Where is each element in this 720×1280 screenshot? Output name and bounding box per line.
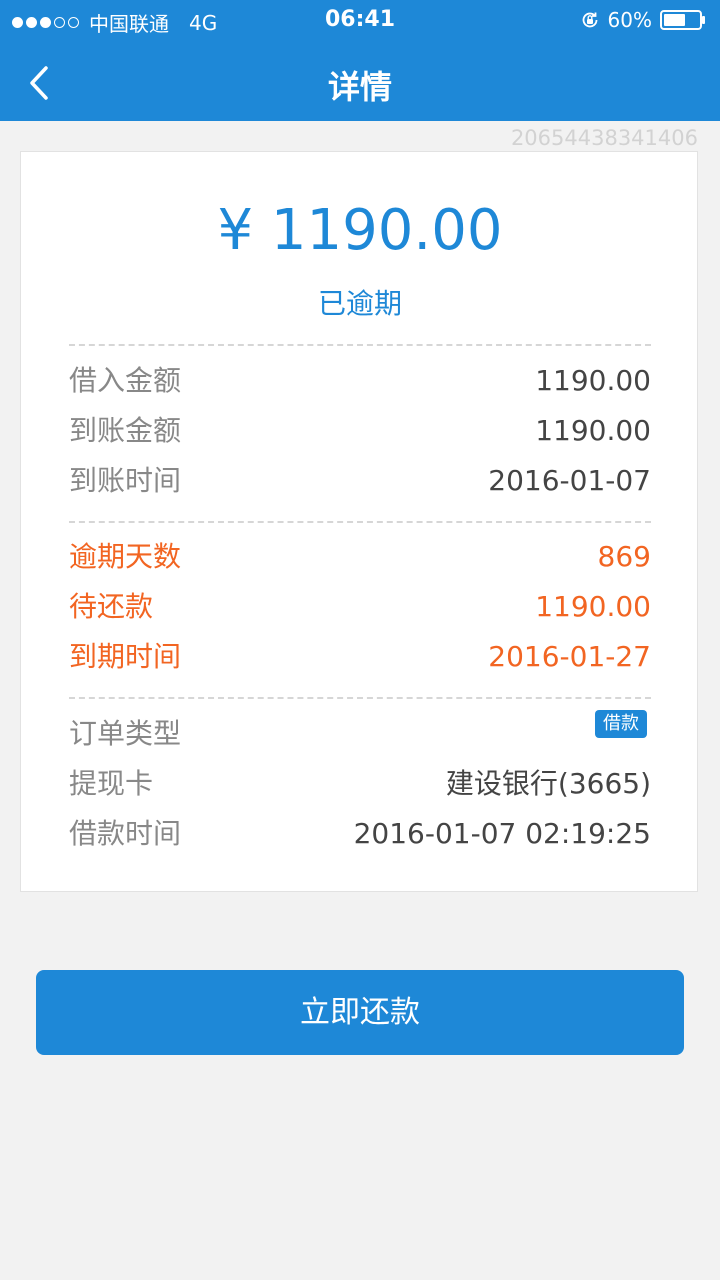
row-label: 借入金额 bbox=[69, 364, 182, 397]
page-title: 详情 bbox=[327, 68, 392, 106]
row-label: 提现卡 bbox=[69, 767, 154, 800]
row-amount-due: 待还款 1190.00 bbox=[69, 587, 651, 627]
row-value: 2016-01-07 02:19:25 bbox=[353, 817, 651, 850]
row-label: 订单类型 bbox=[69, 717, 182, 750]
repay-now-button[interactable]: 立即还款 bbox=[36, 970, 684, 1055]
row-withdraw-card: 提现卡 建设银行(3665) bbox=[69, 764, 651, 804]
header: 中国联通 4G 06:41 60% 详情 bbox=[0, 0, 720, 121]
row-overdue-days: 逾期天数 869 bbox=[69, 537, 651, 577]
detail-card: ¥ 1190.00 已逾期 借入金额 1190.00 到账金额 1190.00 … bbox=[20, 151, 698, 892]
row-received-time: 到账时间 2016-01-07 bbox=[69, 461, 651, 501]
row-label: 到账时间 bbox=[69, 464, 182, 497]
rotation-lock-icon bbox=[582, 12, 597, 28]
status-right: 60% bbox=[580, 8, 706, 32]
row-value: 1190.00 bbox=[535, 590, 651, 623]
row-label: 借款时间 bbox=[69, 817, 182, 850]
row-label: 到账金额 bbox=[69, 414, 182, 447]
order-type-tag: 借款 bbox=[595, 710, 647, 738]
battery-percent: 60% bbox=[607, 8, 652, 32]
row-value: 2016-01-27 bbox=[488, 640, 651, 673]
status-badge: 已逾期 bbox=[317, 287, 402, 320]
nav-bar: 详情 bbox=[0, 40, 720, 121]
row-value: 建设银行(3665) bbox=[445, 767, 651, 800]
row-value: 1190.00 bbox=[535, 364, 651, 397]
status-bar: 中国联通 4G 06:41 60% bbox=[0, 0, 720, 40]
row-borrowed-amount: 借入金额 1190.00 bbox=[69, 361, 651, 401]
battery-icon bbox=[660, 10, 705, 30]
row-label: 待还款 bbox=[69, 590, 154, 623]
row-value: 2016-01-07 bbox=[488, 464, 651, 497]
divider bbox=[69, 521, 651, 523]
row-due-date: 到期时间 2016-01-27 bbox=[69, 637, 651, 677]
row-label: 到期时间 bbox=[69, 640, 182, 673]
row-value: 869 bbox=[597, 540, 651, 573]
row-received-amount: 到账金额 1190.00 bbox=[69, 411, 651, 451]
row-order-type: 订单类型 借款 bbox=[69, 710, 651, 754]
row-borrow-time: 借款时间 2016-01-07 02:19:25 bbox=[69, 814, 651, 854]
loan-amount: ¥ 1190.00 bbox=[217, 198, 503, 263]
row-value: 1190.00 bbox=[535, 414, 651, 447]
order-id: 20654438341406 bbox=[510, 126, 698, 150]
divider bbox=[69, 344, 651, 346]
divider bbox=[69, 697, 651, 699]
row-label: 逾期天数 bbox=[69, 540, 182, 573]
